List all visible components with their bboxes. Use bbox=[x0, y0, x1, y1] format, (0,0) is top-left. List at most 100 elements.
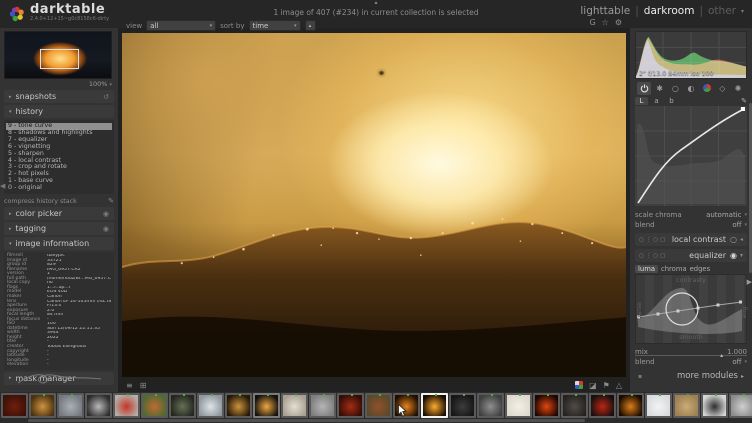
filmstrip-thumbnail[interactable] bbox=[365, 393, 392, 418]
navigation-viewport-rect[interactable] bbox=[40, 49, 79, 69]
group-tab-favorites-icon[interactable]: ✱ bbox=[653, 82, 667, 95]
filmstrip-thumbnail[interactable] bbox=[29, 393, 56, 418]
filmstrip-thumbnail[interactable] bbox=[673, 393, 700, 418]
collapsed-arrow-icon: ▸ bbox=[9, 94, 12, 100]
filmstrip-thumbnail[interactable] bbox=[337, 393, 364, 418]
overexposed-icon[interactable]: ◪ bbox=[589, 381, 597, 390]
equalizer-blend-row[interactable]: blend off ▾ bbox=[635, 357, 747, 367]
duplicate-view-icon[interactable]: ⊞ bbox=[140, 381, 147, 390]
filmstrip-scrollbar[interactable] bbox=[28, 419, 585, 422]
group-tab-color-icon[interactable] bbox=[700, 82, 714, 95]
filmstrip-thumbnail[interactable] bbox=[253, 393, 280, 418]
tab-b-channel[interactable]: b bbox=[665, 97, 678, 105]
filmstrip-thumbnail[interactable] bbox=[281, 393, 308, 418]
section-image-information[interactable]: ▾ image information bbox=[4, 237, 114, 250]
tab-L-channel[interactable]: L bbox=[635, 97, 648, 105]
thumbnail-image bbox=[227, 395, 250, 416]
module-option-icons[interactable]: ○⋮○▢ bbox=[639, 253, 667, 259]
filmstrip-thumbnail[interactable] bbox=[169, 393, 196, 418]
raw-overexposed-icon[interactable] bbox=[575, 381, 583, 389]
tag-icon[interactable]: ◉ bbox=[103, 225, 109, 233]
section-tagging[interactable]: ▸ tagging ◉ bbox=[4, 222, 114, 235]
filmstrip-thumbnail[interactable] bbox=[449, 393, 476, 418]
filmstrip-thumbnail[interactable] bbox=[85, 393, 112, 418]
filmstrip-thumbnail[interactable] bbox=[1, 393, 28, 418]
group-tab-basic-icon[interactable]: ○ bbox=[668, 82, 682, 95]
module-power-icon[interactable]: ○ bbox=[730, 235, 737, 244]
module-local-contrast[interactable]: ○⋮○▢ local contrast ○ ◂ bbox=[635, 233, 747, 246]
gamut-check-icon[interactable]: △ bbox=[616, 381, 622, 390]
section-color-picker[interactable]: ▸ color picker ◉ bbox=[4, 207, 114, 220]
filmstrip-thumbnail[interactable] bbox=[113, 393, 140, 418]
views-dropdown-arrow[interactable]: ▾ bbox=[741, 8, 744, 15]
filmstrip-thumbnail[interactable] bbox=[141, 393, 168, 418]
more-modules-row[interactable]: ▪ more modules ▸ bbox=[635, 371, 747, 381]
star-overlay-icon[interactable]: ☆ bbox=[602, 18, 609, 27]
filmstrip-toggle-icon[interactable]: ≡ bbox=[126, 381, 133, 390]
group-tab-effects-icon[interactable]: ✺ bbox=[731, 82, 745, 95]
group-tab-active-power-icon[interactable] bbox=[637, 82, 651, 95]
navigation-thumbnail[interactable] bbox=[4, 31, 112, 79]
thumbnail-image bbox=[283, 395, 306, 416]
edit-curve-icon[interactable]: ✎ bbox=[741, 97, 747, 105]
tab-luma[interactable]: luma bbox=[635, 265, 658, 273]
zoom-level[interactable]: 100% ▾ bbox=[4, 79, 114, 88]
filmstrip-thumbnail[interactable] bbox=[701, 393, 728, 418]
filmstrip-thumbnail[interactable] bbox=[421, 393, 448, 418]
tone-curve-graph[interactable] bbox=[635, 106, 747, 206]
group-tab-correction-icon[interactable]: ◇ bbox=[715, 82, 729, 95]
filmstrip-thumbnail[interactable] bbox=[225, 393, 252, 418]
create-style-icon[interactable]: ✎ bbox=[108, 197, 114, 205]
slider-track[interactable] bbox=[635, 355, 747, 356]
module-power-icon[interactable]: ◉ bbox=[730, 251, 737, 260]
filmstrip-thumbnail[interactable] bbox=[729, 393, 752, 418]
gear-icon[interactable]: ⚙ bbox=[615, 18, 622, 27]
grouping-icon[interactable]: G bbox=[589, 18, 595, 27]
view-tab-other[interactable]: other bbox=[708, 5, 736, 17]
module-expand-icon[interactable]: ▾ bbox=[740, 252, 743, 259]
filmstrip-thumbnail[interactable] bbox=[197, 393, 224, 418]
right-panel-collapse-handle[interactable]: ▶ bbox=[747, 278, 752, 286]
thumbnail-image bbox=[255, 395, 278, 416]
module-equalizer[interactable]: ○⋮○▢ equalizer ◉ ▾ bbox=[635, 249, 747, 262]
slider-marker-icon[interactable]: ▴ bbox=[720, 352, 723, 359]
tab-chroma[interactable]: chroma bbox=[661, 265, 687, 273]
scale-chroma-row[interactable]: scale chroma automatic ▾ bbox=[635, 210, 747, 220]
tone-curve-channel-tabs: L a b ✎ bbox=[635, 96, 747, 106]
filmstrip-thumbnail[interactable] bbox=[561, 393, 588, 418]
left-panel-collapse-handle[interactable]: ◀ bbox=[0, 182, 5, 190]
view-tab-lighttable[interactable]: lighttable bbox=[580, 5, 630, 17]
filmstrip-thumbnail[interactable] bbox=[589, 393, 616, 418]
filmstrip-thumbnail[interactable] bbox=[645, 393, 672, 418]
module-name: equalizer bbox=[689, 251, 726, 260]
module-expand-icon[interactable]: ◂ bbox=[740, 236, 743, 243]
history-item[interactable]: 0 - original bbox=[8, 185, 110, 192]
tab-a-channel[interactable]: a bbox=[650, 97, 663, 105]
filmstrip-thumbnail[interactable] bbox=[533, 393, 560, 418]
filmstrip-thumbnail[interactable] bbox=[505, 393, 532, 418]
softproof-icon[interactable]: ⚑ bbox=[603, 381, 610, 390]
equalizer-graph[interactable]: contrasty smooth coarse fine bbox=[635, 274, 747, 344]
view-tab-darkroom[interactable]: darkroom bbox=[644, 5, 695, 17]
compress-history-button[interactable]: compress history stack bbox=[4, 198, 77, 205]
filmstrip-thumbnail[interactable] bbox=[57, 393, 84, 418]
tone-curve-blend-row[interactable]: blend off ▾ bbox=[635, 220, 747, 230]
sort-dropdown[interactable]: time ▾ bbox=[249, 20, 301, 31]
filmstrip-thumbnail[interactable] bbox=[617, 393, 644, 418]
filmstrip-thumbnail[interactable] bbox=[309, 393, 336, 418]
view-filter-dropdown[interactable]: all ▾ bbox=[146, 20, 216, 31]
darkroom-toolbar: ≡ ⊞ ◪ ⚑ △ bbox=[126, 379, 622, 391]
section-snapshots[interactable]: ▸ snapshots ↺ bbox=[4, 90, 114, 103]
mix-slider[interactable]: mix 1.000 ▴ bbox=[635, 346, 747, 357]
snapshot-reset-icon[interactable]: ↺ bbox=[103, 93, 109, 101]
histogram[interactable]: 2" f/13.0 84mm iso 100 bbox=[635, 31, 747, 79]
module-option-icons[interactable]: ○⋮○▢ bbox=[639, 237, 667, 243]
section-history[interactable]: ▾ history bbox=[4, 105, 114, 118]
main-image[interactable] bbox=[122, 33, 626, 377]
filmstrip-thumbnail[interactable] bbox=[477, 393, 504, 418]
sort-direction-button[interactable]: ▴ bbox=[305, 20, 316, 31]
group-tab-tone-icon[interactable]: ◐ bbox=[684, 82, 698, 95]
tab-edges[interactable]: edges bbox=[690, 265, 711, 273]
color-picker-icon[interactable]: ◉ bbox=[103, 210, 109, 218]
collapse-top-panel-arrow[interactable]: ▴ bbox=[374, 0, 377, 6]
